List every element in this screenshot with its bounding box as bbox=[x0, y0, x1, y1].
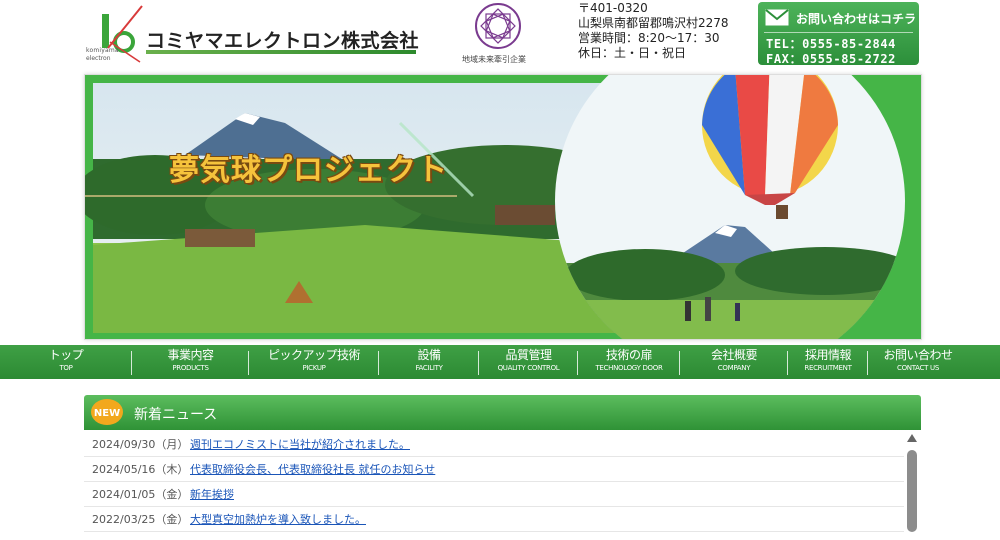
new-badge-label: NEW bbox=[94, 408, 120, 419]
nav-sublabel: CONTACT US bbox=[897, 364, 939, 372]
regional-leader-emblem-icon bbox=[475, 3, 521, 49]
news-title: 新着ニュース bbox=[134, 407, 218, 423]
news-date: 2022/03/25（金） bbox=[92, 513, 189, 526]
nav-sublabel: TECHNOLOGY DOOR bbox=[595, 364, 663, 372]
news-link[interactable]: 週刊エコノミストに当社が紹介されました。 bbox=[190, 436, 410, 452]
nav-facility[interactable]: 設備 FACILITY bbox=[379, 345, 479, 379]
nav-label: お問い合わせ bbox=[883, 348, 953, 362]
nav-label: 品質管理 bbox=[505, 348, 552, 362]
company-address: 〒401-0320 山梨県南都留郡鳴沢村2278 営業時間：8:20〜17：30… bbox=[578, 1, 729, 61]
holidays: 休日：土・日・祝日 bbox=[578, 46, 687, 60]
news-link[interactable]: 大型真空加熱炉を導入致しました。 bbox=[190, 511, 366, 527]
nav-products[interactable]: 事業内容 PRODUCTS bbox=[132, 345, 249, 379]
site-header: komiyama electron コミヤマエレクトロン株式会社 地域未来牽引企… bbox=[0, 0, 1000, 70]
nav-label: ピックアップ技術 bbox=[267, 348, 361, 362]
nav-sublabel: QUALITY CONTROL bbox=[497, 364, 560, 372]
nav-label: トップ bbox=[48, 348, 84, 362]
nav-sublabel: FACILITY bbox=[415, 364, 443, 372]
nav-sublabel: RECRUITMENT bbox=[804, 364, 852, 372]
nav-company[interactable]: 会社概要 COMPANY bbox=[680, 345, 788, 379]
hero-image bbox=[85, 75, 921, 339]
nav-label: 事業内容 bbox=[167, 348, 214, 362]
nav-sublabel: PRODUCTS bbox=[172, 364, 209, 372]
scroll-thumb[interactable] bbox=[907, 450, 917, 532]
nav-technology[interactable]: 技術の扉 TECHNOLOGY DOOR bbox=[578, 345, 680, 379]
nav-quality[interactable]: 品質管理 QUALITY CONTROL bbox=[479, 345, 578, 379]
news-date: 2024/01/05（金） bbox=[92, 488, 189, 501]
divider bbox=[764, 32, 913, 33]
emblem-caption: 地域未来牽引企業 bbox=[462, 55, 526, 64]
nav-label: 会社概要 bbox=[710, 348, 758, 362]
nav-sublabel: COMPANY bbox=[717, 364, 751, 372]
nav-label: 技術の扉 bbox=[605, 348, 653, 362]
news-scrollbar[interactable] bbox=[905, 432, 919, 540]
new-badge-icon: NEW bbox=[91, 399, 123, 425]
hero-banner[interactable]: 夢気球プロジェクト bbox=[84, 74, 922, 340]
logo-subtext: electron bbox=[86, 55, 111, 62]
news-item: 2024/09/30（月） 週刊エコノミストに当社が紹介されました。 bbox=[84, 432, 904, 457]
news-date: 2024/05/16（木） bbox=[92, 463, 189, 476]
contact-label: お問い合わせはコチラ bbox=[796, 12, 917, 26]
hero-title: 夢気球プロジェクト bbox=[169, 153, 448, 188]
news-date: 2024/09/30（月） bbox=[92, 438, 189, 451]
news-item: 2022/03/25（金） 大型真空加熱炉を導入致しました。 bbox=[84, 507, 904, 532]
contact-banner-button[interactable]: お問い合わせはコチラ TEL：0555-85-2844 FAX：0555-85-… bbox=[758, 2, 919, 66]
logo-subtext: komiyama bbox=[86, 47, 119, 54]
nav-contact[interactable]: お問い合わせ CONTACT US bbox=[868, 345, 968, 379]
contact-top: お問い合わせはコチラ bbox=[758, 4, 919, 30]
news-link[interactable]: 代表取締役会長、代表取締役社長 就任のお知らせ bbox=[190, 461, 435, 477]
nav-sublabel: PICKUP bbox=[302, 364, 326, 372]
company-name[interactable]: コミヤマエレクトロン株式会社 bbox=[146, 26, 419, 53]
news-header: NEW 新着ニュース bbox=[84, 395, 921, 430]
nav-pickup[interactable]: ピックアップ技術 PICKUP bbox=[249, 345, 379, 379]
address-location: 山梨県南都留郡鳴沢村2278 bbox=[578, 16, 729, 30]
fax-number: FAX：0555-85-2722 bbox=[766, 52, 896, 66]
nav-label: 設備 bbox=[417, 348, 441, 362]
nav-top[interactable]: トップ TOP bbox=[0, 345, 132, 379]
main-navigation: トップ TOP 事業内容 PRODUCTS ピックアップ技術 PICKUP 設備 FACILI… bbox=[0, 345, 1000, 379]
nav-label: 採用情報 bbox=[804, 348, 852, 362]
mail-icon bbox=[765, 9, 789, 26]
news-link[interactable]: 新年挨拶 bbox=[190, 486, 234, 502]
business-hours: 営業時間：8:20〜17：30 bbox=[578, 31, 720, 45]
news-item: 2024/01/05（金） 新年挨拶 bbox=[84, 482, 904, 507]
scroll-up-arrow-icon[interactable] bbox=[907, 434, 917, 442]
postal-code: 〒401-0320 bbox=[578, 1, 648, 15]
news-item: 2024/05/16（木） 代表取締役会長、代表取締役社長 就任のお知らせ bbox=[84, 457, 904, 482]
nav-sublabel: TOP bbox=[59, 364, 73, 372]
title-underline bbox=[146, 50, 416, 54]
news-list: 2024/09/30（月） 週刊エコノミストに当社が紹介されました。 2024/05… bbox=[84, 432, 904, 540]
nav-recruitment[interactable]: 採用情報 RECRUITMENT bbox=[788, 345, 868, 379]
